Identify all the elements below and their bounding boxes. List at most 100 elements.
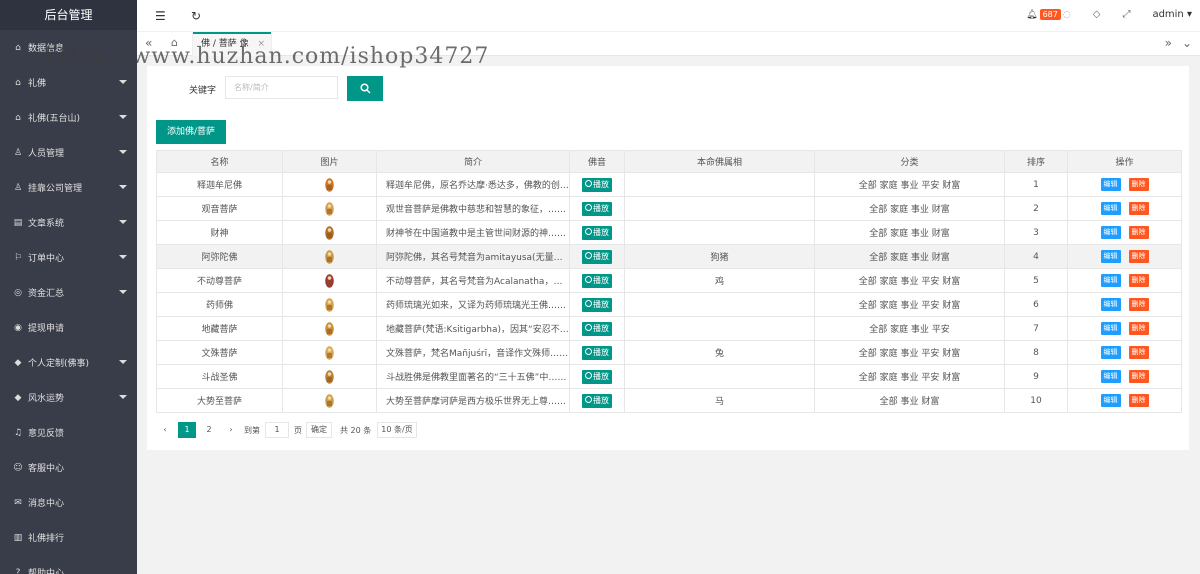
tabs-left-icon[interactable]: « xyxy=(145,36,152,50)
sidebar-item[interactable]: ▤ 文章系统 xyxy=(0,205,137,240)
play-label: 播放 xyxy=(593,179,609,189)
sidebar-item[interactable]: ◆ 风水运势 xyxy=(0,380,137,415)
play-button[interactable]: 播放 xyxy=(582,177,612,192)
buddha-thumbnail[interactable] xyxy=(325,393,334,408)
goto-confirm-button[interactable]: 确定 xyxy=(306,422,332,438)
buddha-thumbnail[interactable] xyxy=(325,273,334,288)
delete-button[interactable]: 删除 xyxy=(1128,226,1149,239)
page-unit-label: 页 xyxy=(294,425,302,435)
play-button[interactable]: 播放 xyxy=(582,249,612,264)
sidebar-item[interactable]: ⌂ 礼佛 xyxy=(0,65,137,100)
edit-button[interactable]: 编辑 xyxy=(1100,298,1121,311)
sidebar-item-label: 风水运势 xyxy=(28,394,65,404)
main-panel: 关键字 名称/简介 添加佛/菩萨 名称 图片 简介 佛音 本命佛属相 分类 排序 操作 释迦牟… xyxy=(147,66,1189,450)
delete-button[interactable]: 删除 xyxy=(1128,394,1149,407)
sidebar-item[interactable]: ◎ 资金汇总 xyxy=(0,275,137,310)
play-button[interactable]: 播放 xyxy=(582,201,612,216)
message-icon: ✉ xyxy=(14,497,22,508)
fullscreen-icon[interactable]: ⤢ xyxy=(1122,9,1130,20)
tabs-right-icon[interactable]: » xyxy=(1165,36,1172,50)
cell-order: 8 xyxy=(1004,340,1068,365)
sidebar-item[interactable]: ⌂ 礼佛(五台山) xyxy=(0,100,137,135)
next-page-button[interactable]: › xyxy=(222,422,240,438)
cell-order: 10 xyxy=(1004,388,1068,413)
edit-button[interactable]: 编辑 xyxy=(1100,322,1121,335)
edit-button[interactable]: 编辑 xyxy=(1100,226,1121,239)
edit-button[interactable]: 编辑 xyxy=(1100,202,1121,215)
buddha-thumbnail[interactable] xyxy=(325,345,334,360)
cell-audio: 播放 xyxy=(569,268,625,293)
refresh-icon[interactable]: ↻ xyxy=(191,9,201,23)
buddha-thumbnail[interactable] xyxy=(325,249,334,264)
delete-button[interactable]: 删除 xyxy=(1128,370,1149,383)
notify-badge[interactable]: 687 xyxy=(1039,9,1061,20)
tabs-menu-icon[interactable]: ⌄ xyxy=(1182,36,1192,50)
sidebar-item[interactable]: ♙ 人员管理 xyxy=(0,135,137,170)
user-menu[interactable]: admin ▾ xyxy=(1152,9,1192,20)
cell-intro: 文殊菩萨，梵名Mañjuśrī，音译作文殊师…… xyxy=(376,340,570,365)
column-header: 操作 xyxy=(1067,150,1182,173)
delete-button[interactable]: 删除 xyxy=(1128,346,1149,359)
sidebar-item[interactable]: ✉ 消息中心 xyxy=(0,485,137,520)
edit-button[interactable]: 编辑 xyxy=(1100,274,1121,287)
buddha-thumbnail[interactable] xyxy=(325,201,334,216)
buddha-thumbnail[interactable] xyxy=(325,369,334,384)
tag-icon[interactable]: ◇ xyxy=(1093,9,1101,20)
sidebar-item[interactable]: ♙ 挂靠公司管理 xyxy=(0,170,137,205)
cell-zodiac xyxy=(624,316,815,341)
tab-buddha[interactable]: 佛 / 菩萨 像 × xyxy=(192,32,272,56)
page-1-button[interactable]: 1 xyxy=(178,422,196,438)
play-button[interactable]: 播放 xyxy=(582,393,612,408)
goto-page-input[interactable]: 1 xyxy=(265,422,289,438)
column-header: 名称 xyxy=(156,150,283,173)
delete-button[interactable]: 删除 xyxy=(1128,202,1149,215)
edit-button[interactable]: 编辑 xyxy=(1100,250,1121,263)
play-button[interactable]: 播放 xyxy=(582,225,612,240)
play-button[interactable]: 播放 xyxy=(582,273,612,288)
buddha-thumbnail[interactable] xyxy=(325,321,334,336)
menu-toggle-icon[interactable]: ☰ xyxy=(155,9,166,23)
sidebar-item[interactable]: ▥ 礼佛排行 xyxy=(0,520,137,555)
sidebar-item[interactable]: ⌂ 数据信息 xyxy=(0,30,137,65)
column-header: 分类 xyxy=(814,150,1005,173)
buddha-thumbnail[interactable] xyxy=(325,297,334,312)
search-input[interactable]: 名称/简介 xyxy=(225,76,338,99)
buddha-thumbnail[interactable] xyxy=(325,177,334,192)
delete-button[interactable]: 删除 xyxy=(1128,298,1149,311)
play-button[interactable]: 播放 xyxy=(582,297,612,312)
edit-button[interactable]: 编辑 xyxy=(1100,178,1121,191)
delete-button[interactable]: 删除 xyxy=(1128,322,1149,335)
delete-button[interactable]: 删除 xyxy=(1128,178,1149,191)
page-2-button[interactable]: 2 xyxy=(200,422,218,438)
sidebar-item[interactable]: ? 帮助中心 xyxy=(0,555,137,574)
prev-page-button[interactable]: ‹ xyxy=(156,422,174,438)
cell-intro: 财神爷在中国道教中是主管世间财源的神…… xyxy=(376,220,570,245)
play-button[interactable]: 播放 xyxy=(582,321,612,336)
cell-zodiac xyxy=(624,172,815,197)
edit-button[interactable]: 编辑 xyxy=(1100,394,1121,407)
search-button[interactable] xyxy=(347,76,383,101)
sidebar-item[interactable]: ◆ 个人定制(佛事) xyxy=(0,345,137,380)
buddha-thumbnail[interactable] xyxy=(325,225,334,240)
bell-icon[interactable]: 🔔︎ xyxy=(1026,10,1037,20)
sidebar-item[interactable]: ◉ 提现申请 xyxy=(0,310,137,345)
column-header: 本命佛属相 xyxy=(624,150,815,173)
pagination: ‹ 1 2 › 到第 1 页 确定 共 20 条 10 条/页 xyxy=(156,422,417,438)
sidebar-item[interactable]: ☺ 客服中心 xyxy=(0,450,137,485)
play-button[interactable]: 播放 xyxy=(582,345,612,360)
sidebar-item[interactable]: ♫ 意见反馈 xyxy=(0,415,137,450)
play-label: 播放 xyxy=(593,323,609,333)
delete-button[interactable]: 删除 xyxy=(1128,250,1149,263)
home-tab-icon[interactable]: ⌂ xyxy=(171,36,178,49)
delete-button[interactable]: 删除 xyxy=(1128,274,1149,287)
page-size-select[interactable]: 10 条/页 xyxy=(377,422,417,438)
close-icon[interactable]: × xyxy=(257,32,265,56)
edit-button[interactable]: 编辑 xyxy=(1100,370,1121,383)
game-icon[interactable]: ◌ xyxy=(1063,10,1071,20)
cell-audio: 播放 xyxy=(569,340,625,365)
add-buddha-button[interactable]: 添加佛/菩萨 xyxy=(156,120,226,144)
edit-button[interactable]: 编辑 xyxy=(1100,346,1121,359)
username: admin xyxy=(1152,9,1184,20)
play-button[interactable]: 播放 xyxy=(582,369,612,384)
sidebar-item[interactable]: ⚐ 订单中心 xyxy=(0,240,137,275)
